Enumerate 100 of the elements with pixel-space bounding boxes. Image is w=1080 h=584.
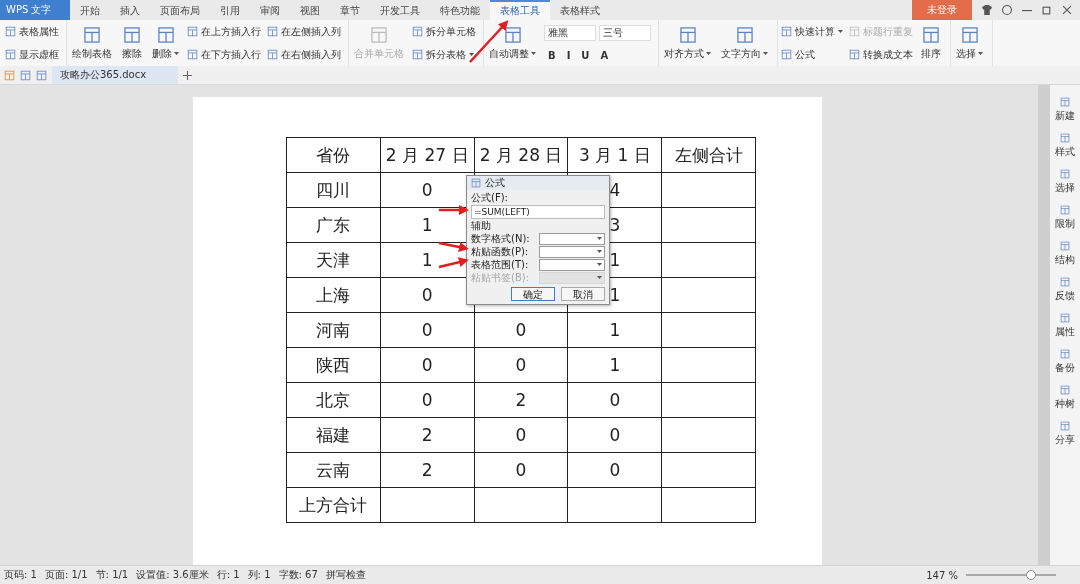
ribbon-button[interactable]: 公式 <box>781 47 843 62</box>
ribbon-button[interactable]: 排序 <box>919 25 943 61</box>
dropdown-field[interactable] <box>539 246 605 258</box>
ribbon-tab[interactable]: 开始 <box>70 0 110 20</box>
plus-icon[interactable] <box>183 70 192 80</box>
ribbon-tab[interactable]: 章节 <box>330 0 370 20</box>
sidebar-item[interactable]: 种树 <box>1055 385 1075 411</box>
sidebar-item[interactable]: 结构 <box>1055 241 1075 267</box>
app-menu-button[interactable]: WPS 文字 <box>0 0 70 20</box>
table-cell: 天津 <box>286 242 381 278</box>
ribbon-tab[interactable]: 引用 <box>210 0 250 20</box>
annotation-arrow <box>438 257 469 269</box>
ribbon-button[interactable]: 擦除 <box>120 25 144 61</box>
ribbon-button[interactable]: 文字方向 <box>719 25 770 61</box>
table-icon <box>156 25 175 44</box>
sidebar-item[interactable]: 样式 <box>1055 133 1075 159</box>
ribbon-button[interactable]: 删除 <box>150 25 181 61</box>
restore-icon[interactable] <box>1042 5 1052 15</box>
table-cell: 北京 <box>286 382 381 418</box>
ribbon-tab[interactable]: 页面布局 <box>150 0 210 20</box>
sidebar-item[interactable]: 限制 <box>1055 205 1075 231</box>
table-cell: 上方合计 <box>286 487 381 523</box>
close-icon[interactable] <box>1062 5 1072 15</box>
ribbon-button[interactable]: 表格属性 <box>5 24 59 39</box>
table-cell: 广东 <box>286 207 381 243</box>
table-icon <box>849 26 860 37</box>
ribbon-tab[interactable]: 视图 <box>290 0 330 20</box>
table-icon <box>503 25 522 44</box>
ribbon-tab[interactable]: 审阅 <box>250 0 290 20</box>
caret-icon <box>597 276 602 280</box>
caret-icon <box>469 52 474 57</box>
table-cell: 1 <box>567 312 662 348</box>
table-icon <box>267 26 278 37</box>
caret-icon <box>763 51 768 56</box>
ribbon-button[interactable]: 转换成文本 <box>849 47 913 62</box>
table-cell: 0 <box>474 452 568 488</box>
sidebar-item[interactable]: 选择 <box>1055 169 1075 195</box>
format-button[interactable]: I <box>562 50 575 62</box>
table-cell: 2 月 27 日 <box>380 137 475 173</box>
ribbon-button[interactable]: 快速计算 <box>781 24 843 39</box>
status-text: 列: 1 <box>247 568 271 582</box>
dropdown-field[interactable] <box>539 233 605 245</box>
shirt-icon[interactable] <box>982 5 992 15</box>
ribbon-button[interactable]: 在下方插入行 <box>187 47 261 62</box>
formula-input[interactable]: =SUM(LEFT) <box>471 205 605 219</box>
status-text: 节: 1/1 <box>95 568 129 582</box>
ribbon-button[interactable]: 显示虚框 <box>5 47 59 62</box>
table-cell: 2 <box>380 452 475 488</box>
caret-icon <box>597 237 602 241</box>
table-cell: 0 <box>380 347 475 383</box>
table-icon <box>5 49 16 60</box>
sidebar-item[interactable]: 备份 <box>1055 349 1075 375</box>
sidebar-item[interactable]: 反馈 <box>1055 277 1075 303</box>
table-cell: 0 <box>567 382 662 418</box>
caret-icon <box>597 263 602 267</box>
table-icon <box>735 25 754 44</box>
table-cell: 省份 <box>286 137 381 173</box>
dialog-button[interactable]: 确定 <box>511 287 555 301</box>
ribbon-button[interactable]: 选择 <box>954 25 985 61</box>
table-cell: 河南 <box>286 312 381 348</box>
font-select[interactable]: 雅黑 <box>544 24 596 41</box>
table-cell: 福建 <box>286 417 381 453</box>
zoom-text: 147 % <box>926 569 958 581</box>
table-cell: 0 <box>474 417 568 453</box>
ribbon-tab[interactable]: 开发工具 <box>370 0 430 20</box>
ribbon-button[interactable]: 对齐方式 <box>662 25 713 61</box>
table-icon <box>267 49 278 60</box>
zoom-thumb[interactable] <box>1025 570 1036 580</box>
ribbon-button[interactable]: 拆分单元格 <box>412 24 476 39</box>
ribbon-button[interactable]: 在右侧插入列 <box>267 47 341 62</box>
ribbon-button[interactable]: 自动调整 <box>487 25 538 61</box>
table-icon <box>187 49 198 60</box>
ribbon-tab[interactable]: 表格工具 <box>490 0 550 20</box>
table-cell: 2 <box>380 417 475 453</box>
font-select[interactable]: 三号 <box>599 24 651 41</box>
status-text: 拼写检查 <box>325 568 366 582</box>
document-tab[interactable]: 攻略办公365.docx <box>52 66 178 84</box>
sidebar-item[interactable]: 新建 <box>1055 97 1075 123</box>
status-text: 页码: 1 <box>4 568 37 582</box>
ribbon-tab[interactable]: 特色功能 <box>430 0 490 20</box>
ribbon-button[interactable]: 在左侧插入列 <box>267 24 341 39</box>
format-button[interactable]: U <box>577 50 594 62</box>
table-cell: 0 <box>567 452 662 488</box>
ribbon-button[interactable]: 拆分表格 <box>412 47 476 62</box>
sidebar-item[interactable]: 属性 <box>1055 313 1075 339</box>
table-cell: 云南 <box>286 452 381 488</box>
table-icon <box>412 26 423 37</box>
table-icon <box>5 26 16 37</box>
scrollbar[interactable] <box>1038 85 1050 565</box>
format-button[interactable]: B <box>544 50 560 62</box>
table-icon <box>849 49 860 60</box>
ribbon-button[interactable]: 在上方插入行 <box>187 24 261 39</box>
dropdown-field[interactable] <box>539 259 605 271</box>
ribbon-button[interactable]: 绘制表格 <box>70 25 114 61</box>
dialog-button[interactable]: 取消 <box>561 287 605 301</box>
format-button[interactable]: A <box>596 50 613 62</box>
ribbon-tab[interactable]: 表格样式 <box>550 0 610 20</box>
sidebar-item[interactable]: 分享 <box>1055 421 1075 447</box>
ribbon-tab[interactable]: 插入 <box>110 0 150 20</box>
table-cell: 0 <box>380 312 475 348</box>
